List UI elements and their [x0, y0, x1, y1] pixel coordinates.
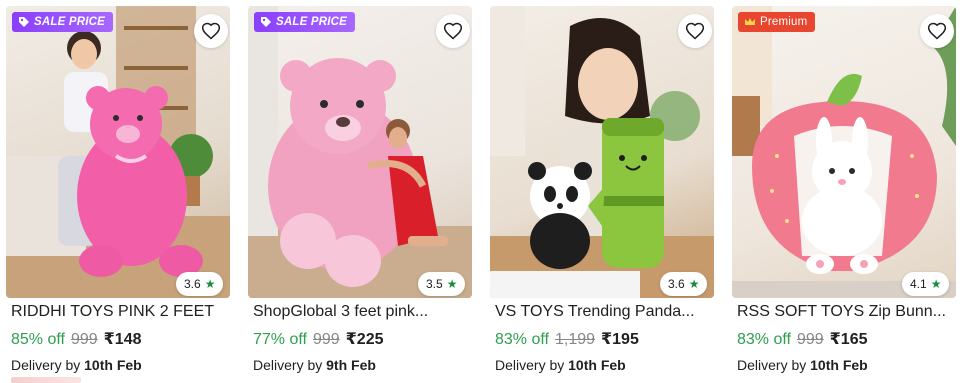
original-price: 999 — [796, 331, 824, 348]
price-row: 85% off 999 ₹148 — [11, 329, 142, 349]
rating-value: 3.6 — [184, 277, 201, 291]
wishlist-button[interactable] — [194, 14, 228, 48]
wishlist-button[interactable] — [436, 14, 470, 48]
rating-value: 3.5 — [426, 277, 443, 291]
delivery-date: 9th Feb — [326, 357, 376, 373]
heart-outline-icon — [685, 22, 705, 40]
crown-icon — [745, 18, 755, 25]
product-image[interactable]: 3.6 ★ — [490, 6, 714, 298]
delivery-prefix: Delivery by — [495, 357, 565, 373]
heart-outline-icon — [201, 22, 221, 40]
selling-price: ₹148 — [103, 331, 142, 348]
star-icon: ★ — [204, 277, 216, 291]
pink-teddy-bear-image — [6, 6, 230, 298]
discount-percent: 77% off — [253, 331, 307, 348]
star-icon: ★ — [446, 277, 458, 291]
strawberry-bunny-plush-image — [732, 6, 956, 298]
delivery-date: 10th Feb — [84, 357, 142, 373]
product-image[interactable]: Premium 4.1 ★ — [732, 6, 956, 298]
discount-percent: 85% off — [11, 331, 65, 348]
delivery-prefix: Delivery by — [11, 357, 81, 373]
giant-pink-teddy-image — [248, 6, 472, 298]
selling-price: ₹225 — [345, 331, 384, 348]
discount-percent: 83% off — [495, 331, 549, 348]
product-card[interactable]: Premium 4.1 ★ RSS SOFT TOYS Zip Bunn... … — [726, 0, 960, 383]
product-title[interactable]: RIDDHI TOYS PINK 2 FEET — [11, 303, 233, 321]
tag-icon — [19, 17, 29, 27]
rating-chip: 4.1 ★ — [902, 272, 950, 296]
delivery-info: Delivery by 10th Feb — [737, 357, 868, 373]
price-row: 83% off 999 ₹165 — [737, 329, 868, 349]
badge-label: Premium — [760, 16, 808, 28]
premium-badge: Premium — [738, 12, 816, 32]
panda-bamboo-plush-image — [490, 6, 714, 298]
delivery-prefix: Delivery by — [737, 357, 807, 373]
rating-chip: 3.6 ★ — [660, 272, 708, 296]
rating-chip: 3.6 ★ — [176, 272, 224, 296]
badge-label: SALE PRICE — [34, 16, 106, 28]
delivery-info: Delivery by 10th Feb — [11, 357, 142, 373]
selling-price: ₹195 — [601, 331, 639, 348]
badge-label: SALE PRICE — [276, 16, 348, 28]
wishlist-button[interactable] — [678, 14, 712, 48]
original-price: 999 — [312, 331, 340, 348]
heart-outline-icon — [443, 22, 463, 40]
delivery-date: 10th Feb — [568, 357, 626, 373]
sale-price-badge: SALE PRICE — [254, 12, 356, 32]
selling-price: ₹165 — [829, 331, 868, 348]
rating-value: 4.1 — [910, 277, 927, 291]
delivery-info: Delivery by 10th Feb — [495, 357, 626, 373]
original-price: 1,199 — [554, 331, 596, 348]
product-title[interactable]: RSS SOFT TOYS Zip Bunn... — [737, 303, 959, 321]
star-icon: ★ — [930, 277, 942, 291]
product-title[interactable]: ShopGlobal 3 feet pink... — [253, 303, 475, 321]
product-image[interactable]: SALE PRICE 3.6 ★ — [6, 6, 230, 298]
sale-price-badge: SALE PRICE — [12, 12, 114, 32]
product-title[interactable]: VS TOYS Trending Panda... — [495, 303, 717, 321]
discount-percent: 83% off — [737, 331, 791, 348]
cropped-text-strip — [11, 377, 81, 383]
delivery-date: 10th Feb — [810, 357, 868, 373]
star-icon: ★ — [688, 277, 700, 291]
delivery-info: Delivery by 9th Feb — [253, 357, 376, 373]
product-card[interactable]: 3.6 ★ VS TOYS Trending Panda... 83% off … — [484, 0, 724, 383]
tag-icon — [261, 17, 271, 27]
product-card[interactable]: SALE PRICE 3.6 ★ RIDDHI TOYS PINK 2 FEET… — [0, 0, 240, 383]
product-image[interactable]: SALE PRICE 3.5 ★ — [248, 6, 472, 298]
original-price: 999 — [70, 331, 98, 348]
rating-chip: 3.5 ★ — [418, 272, 466, 296]
heart-outline-icon — [927, 22, 947, 40]
product-grid: SALE PRICE 3.6 ★ RIDDHI TOYS PINK 2 FEET… — [0, 0, 960, 383]
product-card[interactable]: SALE PRICE 3.5 ★ ShopGlobal 3 feet pink.… — [242, 0, 482, 383]
delivery-prefix: Delivery by — [253, 357, 323, 373]
price-row: 77% off 999 ₹225 — [253, 329, 384, 349]
wishlist-button[interactable] — [920, 14, 954, 48]
price-row: 83% off 1,199 ₹195 — [495, 329, 639, 349]
rating-value: 3.6 — [668, 277, 685, 291]
